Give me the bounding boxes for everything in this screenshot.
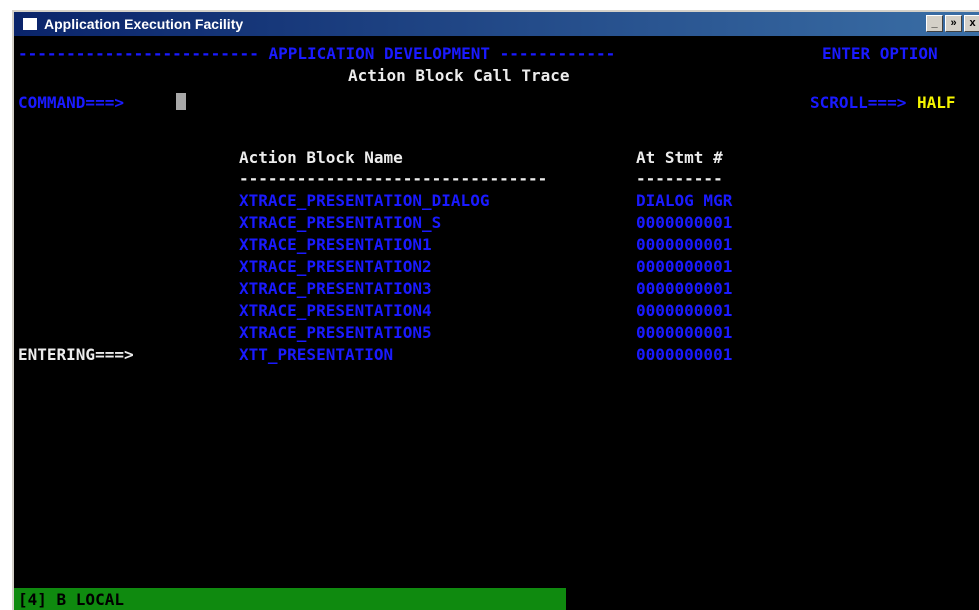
text-cursor: [176, 93, 186, 110]
window-controls: _ » x: [926, 15, 979, 32]
row-name: XTRACE_PRESENTATION_DIALOG: [239, 191, 490, 210]
column-underline-stmt: ---------: [636, 169, 723, 188]
column-header-name: Action Block Name: [239, 148, 403, 167]
scroll-value[interactable]: HALF: [917, 93, 956, 113]
banner-right: ENTER OPTION: [822, 44, 938, 63]
row-stmt: 0000000001: [636, 213, 733, 232]
row-name: XTT_PRESENTATION: [239, 345, 394, 364]
banner-left: ------------------------- APPLICATION DE…: [18, 44, 616, 63]
minimize-button[interactable]: _: [926, 15, 943, 32]
terminal-screen: ------------------------- APPLICATION DE…: [14, 36, 979, 610]
window-title: Application Execution Facility: [44, 16, 244, 32]
row-stmt: 0000000001: [636, 323, 733, 342]
row-stmt: 0000000001: [636, 235, 733, 254]
row-name: XTRACE_PRESENTATION3: [239, 279, 432, 298]
row-name: XTRACE_PRESENTATION_S: [239, 213, 442, 232]
close-button[interactable]: x: [964, 15, 979, 32]
status-bar: [4] B LOCAL: [14, 588, 566, 610]
column-header-stmt: At Stmt #: [636, 148, 723, 167]
command-input[interactable]: [172, 93, 186, 113]
row-stmt: 0000000001: [636, 257, 733, 276]
column-underline-name: --------------------------------: [239, 169, 548, 188]
row-name: XTRACE_PRESENTATION4: [239, 301, 432, 320]
row-stmt: DIALOG MGR: [636, 191, 733, 210]
screen-subtitle: Action Block Call Trace: [348, 66, 570, 85]
scroll-label: SCROLL===>: [810, 93, 907, 112]
app-icon: [22, 17, 38, 31]
app-window: Application Execution Facility _ » x ---…: [12, 10, 979, 610]
command-label: COMMAND===>: [18, 93, 124, 112]
row-name: XTRACE_PRESENTATION1: [239, 235, 432, 254]
entering-label: ENTERING===>: [18, 345, 134, 364]
maximize-button[interactable]: »: [945, 15, 962, 32]
row-name: XTRACE_PRESENTATION2: [239, 257, 432, 276]
row-stmt: 0000000001: [636, 345, 733, 364]
row-name: XTRACE_PRESENTATION5: [239, 323, 432, 342]
title-bar[interactable]: Application Execution Facility _ » x: [14, 12, 979, 36]
row-stmt: 0000000001: [636, 301, 733, 320]
row-stmt: 0000000001: [636, 279, 733, 298]
status-text: [4] B LOCAL: [18, 590, 124, 609]
